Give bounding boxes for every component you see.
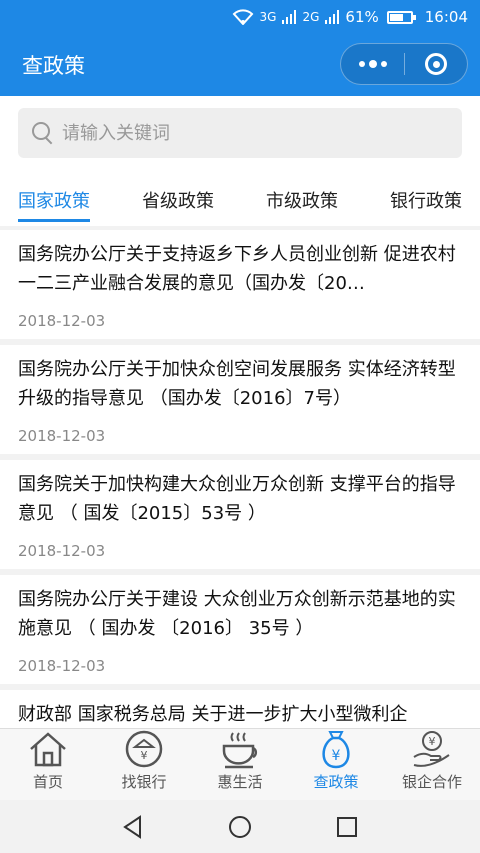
tabbar-life[interactable]: 惠生活 (192, 729, 288, 800)
navigation-bar: 查政策 (0, 34, 480, 96)
signal-bars-icon (325, 10, 340, 24)
signal-bars-icon (282, 10, 297, 24)
list-item[interactable]: 国务院办公厅关于建设 大众创业万众创新示范基地的实施意见 （ 国办发 〔2016… (0, 575, 480, 684)
hand-coin-icon: ¥ (413, 731, 450, 767)
item-title: 国务院办公厅关于建设 大众创业万众创新示范基地的实施意见 （ 国办发 〔2016… (18, 589, 456, 639)
home-circle-icon[interactable] (227, 814, 253, 840)
battery-percent: 61% (345, 8, 379, 26)
list-item[interactable]: 国务院关于加快构建大众创业万众创新 支撑平台的指导意见 （ 国发〔2015〕53… (0, 460, 480, 569)
list-item[interactable]: 国务院办公厅关于支持返乡下乡人员创业创新 促进农村一二三产业融合发展的意见（国办… (0, 230, 480, 339)
list-item[interactable]: 国务院办公厅关于加快众创空间发展服务 实体经济转型升级的指导意见 （国办发〔20… (0, 345, 480, 454)
dot-icon (368, 60, 377, 68)
bank-icon: ¥ (125, 730, 163, 768)
tabbar-label: 惠生活 (217, 773, 263, 791)
money-bag-icon: ¥ (322, 731, 350, 769)
system-navigation (0, 800, 480, 853)
miniprogram-capsule (340, 43, 468, 85)
recent-apps-icon[interactable] (334, 814, 360, 840)
tab-provincial-policy[interactable]: 省级政策 (142, 174, 214, 226)
item-date: 2018-12-03 (18, 427, 106, 445)
search-icon (32, 122, 54, 144)
item-date: 2018-12-03 (18, 542, 106, 560)
svg-text:¥: ¥ (429, 735, 436, 748)
tabbar-bank-enterprise[interactable]: ¥ 银企合作 (384, 729, 480, 800)
item-title: 财政部 国家税务总局 关于进一步扩大小型微利企 (18, 704, 408, 725)
dot-icon (380, 61, 387, 67)
battery-icon (386, 10, 416, 24)
home-icon (30, 732, 66, 767)
tab-municipal-policy[interactable]: 市级政策 (266, 174, 338, 226)
dot-icon (358, 61, 365, 67)
status-bar: 3G 2G 61% 16:04 (0, 0, 480, 34)
bottom-tabbar: 首页 ¥ 找银行 惠生活 ¥ 查政策 ¥ 银企合作 (0, 728, 480, 800)
tab-bank-policy[interactable]: 银行政策 (390, 174, 462, 226)
item-date: 2018-12-03 (18, 312, 106, 330)
tab-national-policy[interactable]: 国家政策 (18, 174, 90, 226)
search-box[interactable] (18, 108, 462, 158)
search-input[interactable] (62, 122, 422, 144)
clock: 16:04 (424, 8, 468, 26)
item-title: 国务院办公厅关于加快众创空间发展服务 实体经济转型升级的指导意见 （国办发〔20… (18, 359, 456, 409)
list-item[interactable]: 财政部 国家税务总局 关于进一步扩大小型微利企 (0, 690, 480, 728)
svg-text:¥: ¥ (141, 749, 148, 762)
item-title: 国务院办公厅关于支持返乡下乡人员创业创新 促进农村一二三产业融合发展的意见（国办… (18, 244, 456, 294)
tabbar-home[interactable]: 首页 (0, 729, 96, 800)
search-section (0, 96, 480, 174)
tabbar-find-bank[interactable]: ¥ 找银行 (96, 729, 192, 800)
tabbar-label: 首页 (32, 773, 63, 791)
item-title: 国务院关于加快构建大众创业万众创新 支撑平台的指导意见 （ 国发〔2015〕53… (18, 474, 456, 524)
tabbar-label: 查政策 (313, 773, 359, 791)
category-tabs: 国家政策 省级政策 市级政策 银行政策 (0, 174, 480, 226)
back-icon[interactable] (120, 814, 146, 840)
page-title: 查政策 (22, 54, 85, 78)
signal-3g: 3G (259, 10, 277, 24)
item-date: 2018-12-03 (18, 657, 106, 675)
tabbar-policy[interactable]: ¥ 查政策 (288, 729, 384, 800)
tabbar-label: 找银行 (121, 773, 167, 791)
close-button[interactable] (405, 44, 467, 84)
target-icon (425, 53, 447, 75)
wifi-icon (232, 9, 253, 25)
more-button[interactable] (341, 44, 404, 84)
policy-list: 国务院办公厅关于支持返乡下乡人员创业创新 促进农村一二三产业融合发展的意见（国办… (0, 230, 480, 728)
tabbar-label: 银企合作 (401, 773, 462, 791)
coffee-icon (222, 732, 258, 769)
svg-text:¥: ¥ (332, 748, 341, 764)
signal-2g: 2G (302, 10, 320, 24)
